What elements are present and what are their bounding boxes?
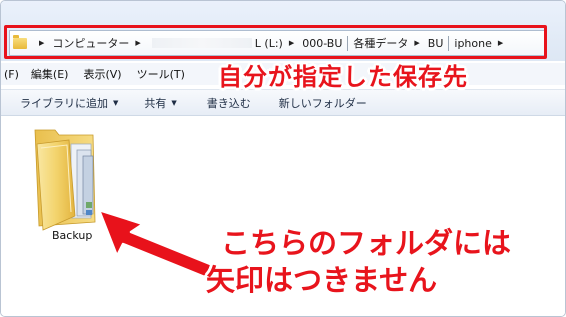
highlight-box [4,25,547,59]
share-label: 共有 [144,96,167,110]
add-to-library-label: ライブラリに追加 [20,96,108,110]
menu-view[interactable]: 表示(V) [83,66,121,82]
new-folder-button[interactable]: 新しいフォルダー [279,95,367,111]
share-button[interactable]: 共有 ▼ [144,95,176,111]
no-arrow-callout-line1: こちらのフォルダには [221,226,512,260]
dropdown-arrow-icon: ▼ [171,98,177,107]
no-arrow-callout-line2: 矢印はつきません [206,263,438,297]
menu-edit[interactable]: 編集(E) [31,66,69,82]
save-location-callout: 自分が指定した保存先 [218,63,468,91]
explorer-window: ▶ コンピューター ▶ L (L:) ▶ 000-BU 各種データ ▶ BU i… [0,0,566,317]
new-folder-label: 新しいフォルダー [278,96,367,110]
menu-tools[interactable]: ツール(T) [137,66,185,82]
dropdown-arrow-icon: ▼ [113,98,119,107]
burn-button[interactable]: 書き込む [207,95,251,111]
add-to-library-button[interactable]: ライブラリに追加 ▼ [20,95,118,111]
burn-label: 書き込む [206,96,251,110]
menu-file[interactable]: (F) [4,68,19,81]
folder-name: Backup [52,229,93,242]
command-bar: ライブラリに追加 ▼ 共有 ▼ 書き込む 新しいフォルダー [1,89,565,116]
